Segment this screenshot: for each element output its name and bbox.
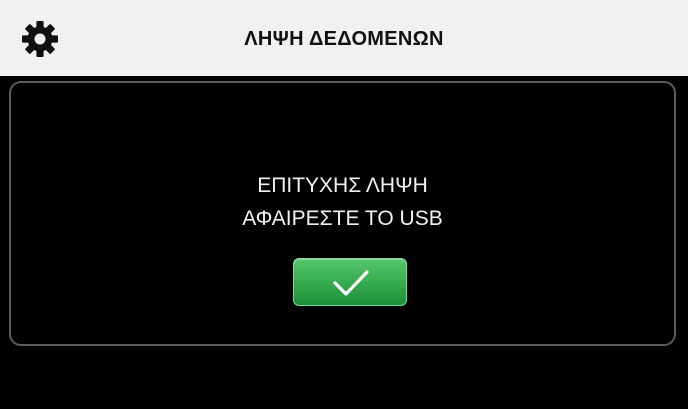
header-bar: ΛΗΨΗ ΔΕΔΟΜΕΝΩΝ bbox=[0, 0, 688, 76]
confirm-button[interactable] bbox=[293, 258, 407, 306]
screen: ΛΗΨΗ ΔΕΔΟΜΕΝΩΝ ΕΠΙΤΥΧΗΣ ΛΗΨΗ ΑΦΑΙΡΕΣΤΕ Τ… bbox=[0, 0, 688, 409]
status-dialog: ΕΠΙΤΥΧΗΣ ΛΗΨΗ ΑΦΑΙΡΕΣΤΕ ΤΟ USB bbox=[9, 81, 676, 346]
page-title: ΛΗΨΗ ΔΕΔΟΜΕΝΩΝ bbox=[244, 28, 444, 50]
checkmark-icon bbox=[333, 270, 369, 296]
status-message: ΕΠΙΤΥΧΗΣ ΛΗΨΗ ΑΦΑΙΡΕΣΤΕ ΤΟ USB bbox=[11, 169, 674, 235]
status-line-success: ΕΠΙΤΥΧΗΣ ΛΗΨΗ bbox=[257, 174, 428, 197]
status-line-remove-usb: ΑΦΑΙΡΕΣΤΕ ΤΟ USB bbox=[242, 207, 443, 230]
